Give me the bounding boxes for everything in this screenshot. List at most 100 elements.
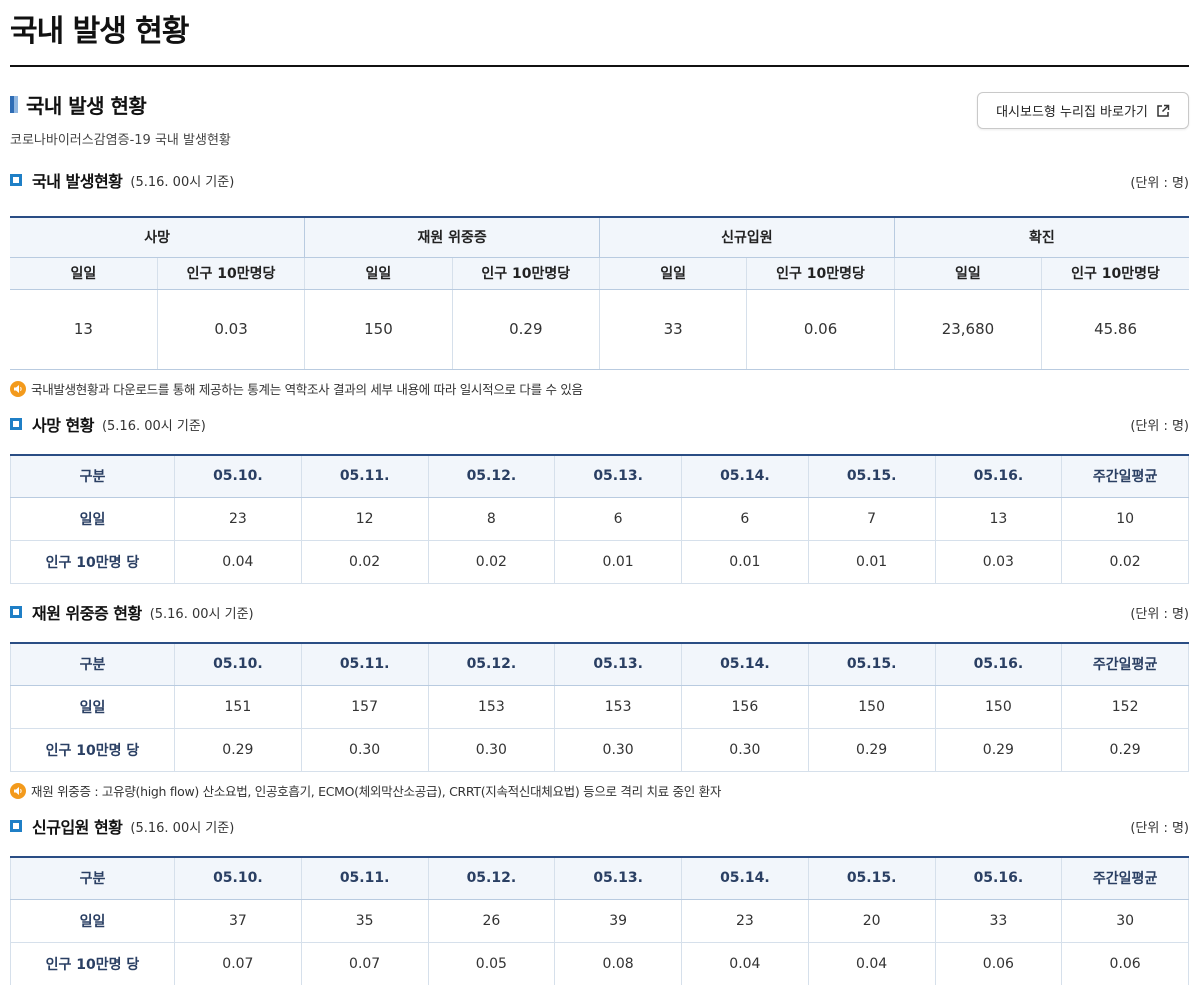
table-cell: 0.02 [1061, 540, 1189, 584]
table-cell: 23,680 [893, 289, 1042, 370]
square-bullet-icon [10, 606, 22, 618]
table-row: 일일 37 35 26 39 23 20 33 30 [10, 899, 1189, 943]
table-cell: 12 [300, 497, 428, 541]
table-cell: 0.29 [807, 728, 935, 772]
table-cell: 156 [681, 685, 809, 729]
table-cell: 0.02 [300, 540, 428, 584]
deaths-unit: (단위 : 명) [1130, 419, 1189, 434]
table-cell: 0.03 [156, 289, 305, 370]
table-cell: 150 [934, 685, 1062, 729]
row-header: 인구 10만명 당 [10, 942, 175, 985]
sub-header-per: 인구 10만명당 [1041, 257, 1189, 290]
column-header: 05.16. [934, 643, 1062, 686]
table-cell: 35 [300, 899, 428, 943]
critical-title: 재원 위중증 현황 [32, 604, 142, 623]
summary-title: 국내 발생현황 [32, 172, 123, 191]
dashboard-link-button[interactable]: 대시보드형 누리집 바로가기 [977, 92, 1189, 129]
group-header: 사망 [10, 217, 305, 258]
row-header: 일일 [10, 497, 175, 541]
admission-basis: (5.16. 00시 기준) [130, 820, 235, 836]
table-cell: 20 [807, 899, 935, 943]
table-cell: 8 [427, 497, 555, 541]
table-cell: 0.29 [934, 728, 1062, 772]
column-header: 05.11. [300, 857, 428, 900]
column-header: 05.14. [681, 455, 809, 498]
column-header: 05.13. [554, 455, 682, 498]
sub-header-daily: 일일 [598, 257, 747, 290]
row-header: 일일 [10, 685, 175, 729]
table-header-row: 구분 05.10. 05.11. 05.12. 05.13. 05.14. 05… [10, 455, 1189, 498]
table-cell: 7 [807, 497, 935, 541]
column-header: 05.12. [427, 857, 555, 900]
critical-table: 구분 05.10. 05.11. 05.12. 05.13. 05.14. 05… [10, 642, 1189, 772]
table-cell: 151 [174, 685, 302, 729]
deaths-title: 사망 현황 [32, 416, 94, 435]
critical-heading: 재원 위중증 현황 (5.16. 00시 기준) [10, 601, 254, 623]
table-cell: 0.29 [451, 289, 600, 370]
table-cell: 0.30 [554, 728, 682, 772]
column-header: 05.10. [174, 455, 302, 498]
table-cell: 0.29 [1061, 728, 1189, 772]
table-row: 13 0.03 150 0.29 33 0.06 23,680 45.86 [10, 289, 1189, 370]
column-header: 구분 [10, 455, 175, 498]
table-cell: 0.01 [807, 540, 935, 584]
admission-heading: 신규입원 현황 (5.16. 00시 기준) [10, 815, 234, 837]
group-header: 확진 [893, 217, 1189, 258]
column-header: 구분 [10, 857, 175, 900]
square-bullet-icon [10, 820, 22, 832]
group-header: 재원 위중증 [304, 217, 600, 258]
table-cell: 0.30 [427, 728, 555, 772]
column-header: 05.14. [681, 643, 809, 686]
section-title: 국내 발생 현황 [26, 93, 147, 118]
speaker-icon [10, 782, 26, 799]
critical-unit: (단위 : 명) [1130, 607, 1189, 622]
group-header: 신규입원 [599, 217, 895, 258]
column-header: 05.11. [300, 643, 428, 686]
external-link-icon [1157, 104, 1170, 117]
table-cell: 0.07 [300, 942, 428, 985]
title-divider [10, 65, 1189, 67]
row-header: 일일 [10, 899, 175, 943]
table-cell: 10 [1061, 497, 1189, 541]
table-cell: 152 [1061, 685, 1189, 729]
table-header-row: 구분 05.10. 05.11. 05.12. 05.13. 05.14. 05… [10, 643, 1189, 686]
table-cell: 157 [300, 685, 428, 729]
table-cell: 0.02 [427, 540, 555, 584]
table-row: 인구 10만명 당 0.29 0.30 0.30 0.30 0.30 0.29 … [10, 728, 1189, 772]
column-header: 구분 [10, 643, 175, 686]
table-cell: 37 [174, 899, 302, 943]
admission-unit: (단위 : 명) [1130, 821, 1189, 836]
summary-basis: (5.16. 00시 기준) [130, 174, 235, 190]
sub-header-per: 인구 10만명당 [451, 257, 600, 290]
table-cell: 0.04 [681, 942, 809, 985]
column-header: 05.13. [554, 643, 682, 686]
column-header: 주간일평균 [1061, 455, 1189, 498]
summary-table: 사망 재원 위중증 신규입원 확진 일일 인구 10만명당 일일 인구 10만명… [10, 216, 1189, 370]
column-header: 05.10. [174, 857, 302, 900]
note-text: 재원 위중증 : 고유량(high flow) 산소요법, 인공호흡기, ECM… [31, 784, 722, 799]
table-cell: 0.01 [681, 540, 809, 584]
summary-heading: 국내 발생현황 (5.16. 00시 기준) [10, 169, 234, 191]
square-bullet-icon [10, 174, 22, 186]
section-heading: 국내 발생 현황 [10, 92, 147, 118]
sub-header-daily: 일일 [893, 257, 1042, 290]
column-header: 05.12. [427, 455, 555, 498]
deaths-heading: 사망 현황 (5.16. 00시 기준) [10, 413, 206, 435]
row-header: 인구 10만명 당 [10, 728, 175, 772]
critical-basis: (5.16. 00시 기준) [149, 606, 254, 622]
section-description: 코로나바이러스감염증-19 국내 발생현황 [10, 133, 231, 148]
deaths-table: 구분 05.10. 05.11. 05.12. 05.13. 05.14. 05… [10, 454, 1189, 584]
table-cell: 153 [427, 685, 555, 729]
table-cell: 26 [427, 899, 555, 943]
row-header: 인구 10만명 당 [10, 540, 175, 584]
admission-table: 구분 05.10. 05.11. 05.12. 05.13. 05.14. 05… [10, 856, 1189, 985]
column-header: 05.11. [300, 455, 428, 498]
table-header-row: 구분 05.10. 05.11. 05.12. 05.13. 05.14. 05… [10, 857, 1189, 900]
note-stats: 국내발생현황과 다운로드를 통해 제공하는 통계는 역학조사 결과의 세부 내용… [10, 379, 583, 398]
table-cell: 0.30 [681, 728, 809, 772]
table-cell: 30 [1061, 899, 1189, 943]
table-cell: 0.03 [934, 540, 1062, 584]
page-title: 국내 발생 현황 [10, 14, 189, 49]
table-row: 일일 23 12 8 6 6 7 13 10 [10, 497, 1189, 541]
section-bar-icon [10, 95, 18, 113]
